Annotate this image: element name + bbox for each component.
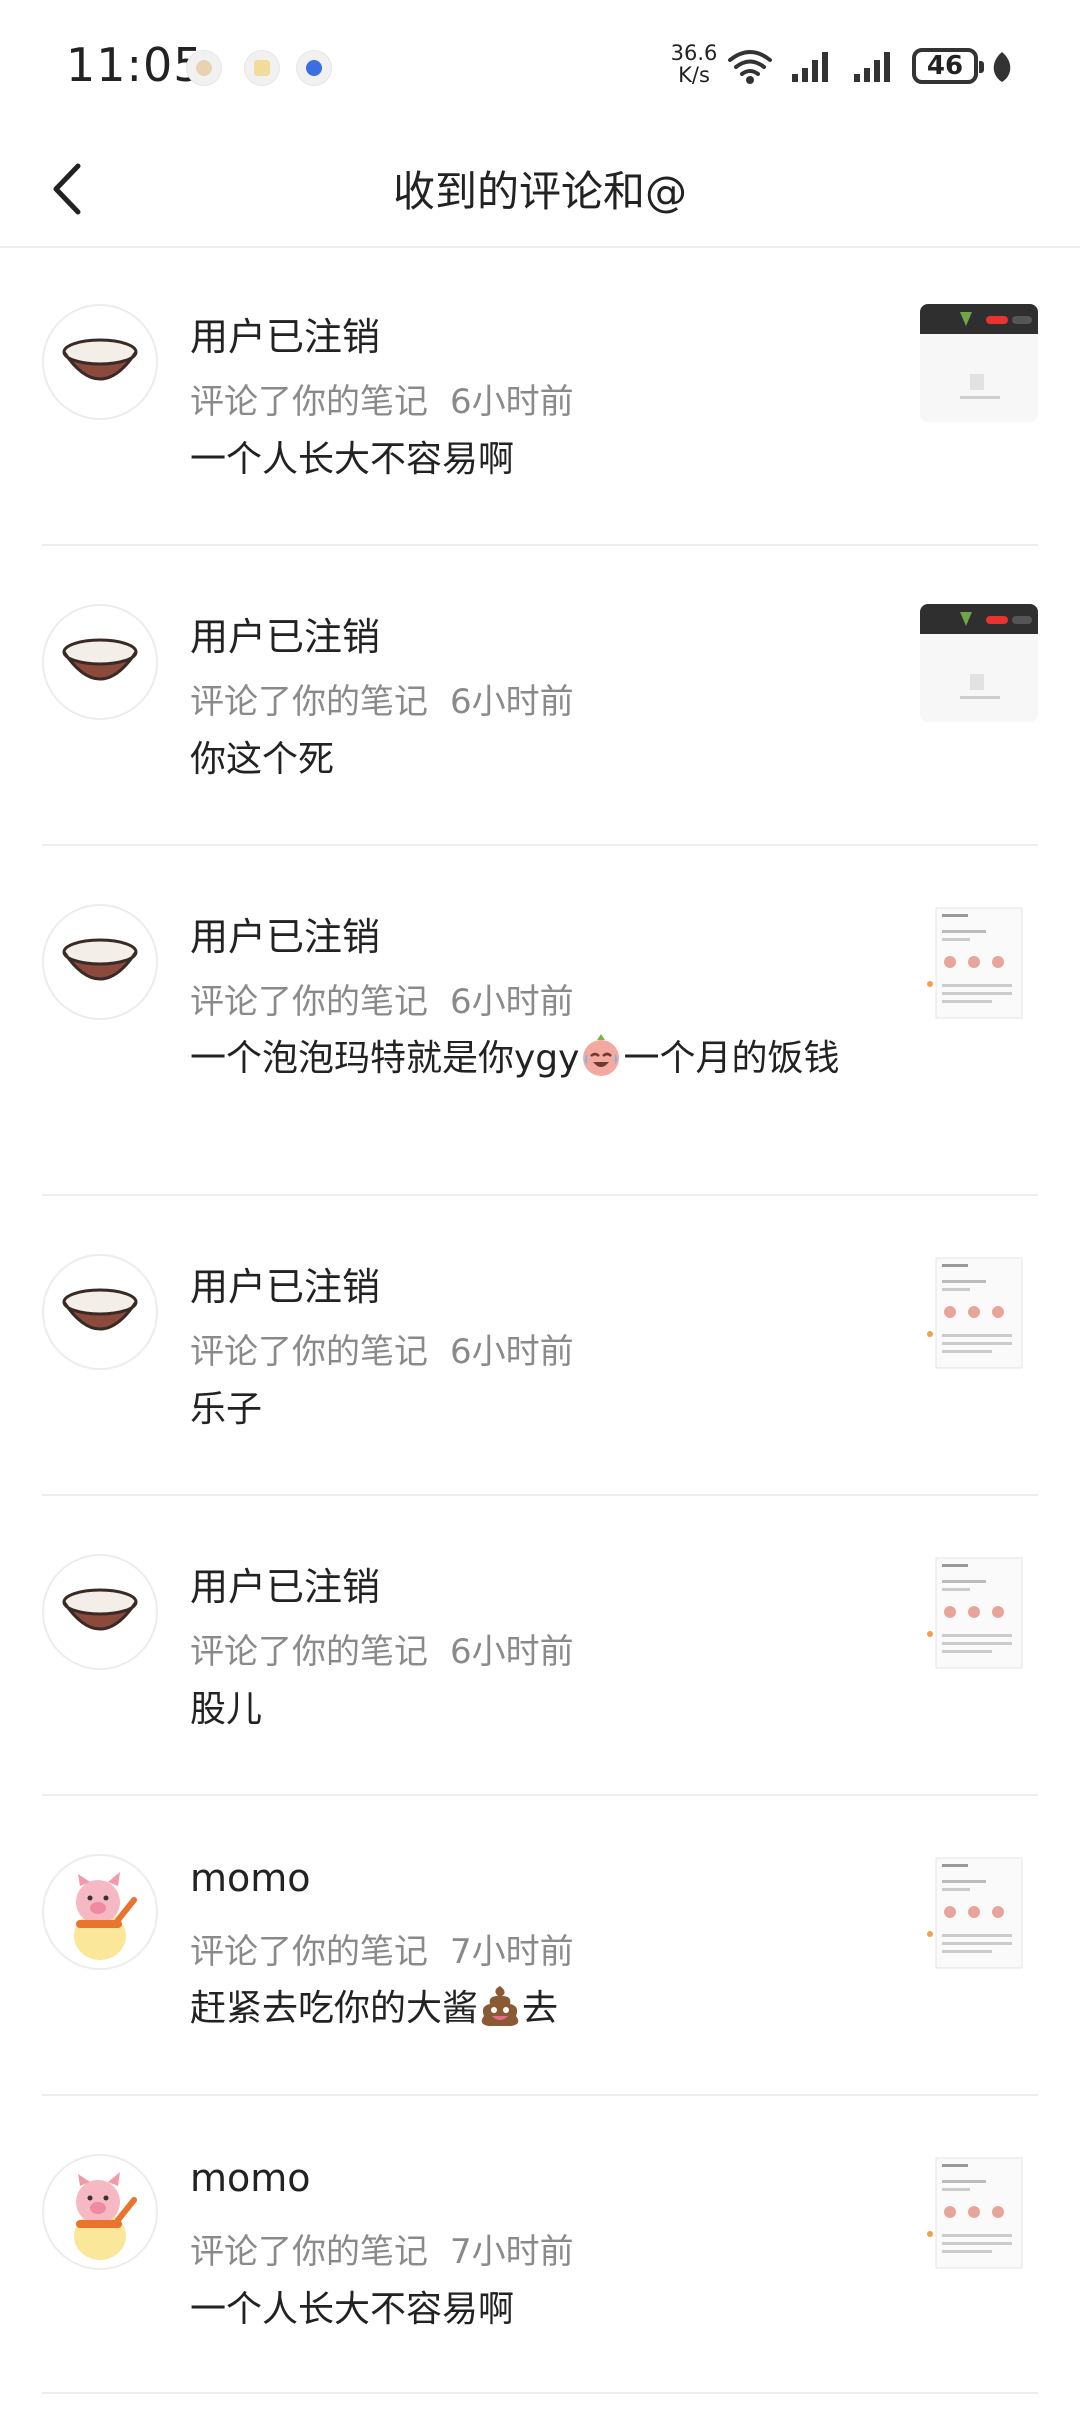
comment-text: 赶紧去吃你的大酱 去 (190, 1984, 910, 2033)
action-text: 评论了你的笔记 (190, 2232, 428, 2272)
net-speed-unit: K/s (678, 63, 710, 87)
list-item[interactable]: 用户已注销 评论了你的笔记 6小时前 一个泡泡玛特就是你ygy 一个月的饭钱 (0, 846, 1080, 1196)
comment-meta: 评论了你的笔记 6小时前 (190, 974, 574, 1023)
timestamp: 7小时前 (450, 1932, 574, 1972)
note-thumbnail[interactable] (920, 904, 1038, 1022)
net-speed: 36.6 K/s (664, 42, 724, 86)
note-thumbnail[interactable] (920, 1554, 1038, 1672)
timestamp: 7小时前 (450, 2232, 574, 2272)
note-thumbnail[interactable] (920, 1254, 1038, 1372)
comment-meta: 评论了你的笔记 7小时前 (190, 2224, 574, 2273)
comment-meta: 评论了你的笔记 6小时前 (190, 674, 574, 723)
comment-meta: 评论了你的笔记 7小时前 (190, 1924, 574, 1973)
comment-text: 一个人长大不容易啊 (190, 2289, 515, 2330)
list-item[interactable]: momo 评论了你的笔记 7小时前 赶紧去吃你的大酱 去 (0, 1796, 1080, 2096)
avatar[interactable] (42, 2154, 158, 2270)
page-title: 收到的评论和@ (392, 167, 687, 216)
avatar[interactable] (42, 1254, 158, 1370)
timestamp: 6小时前 (450, 682, 574, 722)
action-text: 评论了你的笔记 (190, 382, 428, 422)
pig-icon (74, 1872, 137, 1960)
thumbnail-image (927, 1257, 1023, 1369)
timestamp: 6小时前 (450, 982, 574, 1022)
comment-text-part: 去 (522, 1988, 559, 2029)
battery-indicator: 46 (912, 48, 984, 84)
status-bar: 11:05 36.6 K/s 46 (0, 0, 1080, 130)
notification-icon (244, 50, 280, 86)
crying-laughing-emoji-icon (583, 1034, 620, 1076)
timestamp: 6小时前 (450, 1632, 574, 1672)
avatar[interactable] (42, 604, 158, 720)
username[interactable]: 用户已注销 (190, 606, 380, 661)
leaf-icon (993, 52, 1011, 82)
comment-meta: 评论了你的笔记 6小时前 (190, 1624, 574, 1673)
avatar[interactable] (42, 304, 158, 420)
note-thumbnail[interactable] (920, 1854, 1038, 1972)
comment-text: 你这个死 (190, 739, 335, 780)
thumbnail-image (927, 1557, 1023, 1669)
comment-text-part: 一个泡泡玛特就是你ygy (190, 1038, 580, 1079)
list-item[interactable]: 用户已注销 评论了你的笔记 6小时前 你这个死 (0, 546, 1080, 846)
action-text: 评论了你的笔记 (190, 1632, 428, 1672)
list-item[interactable]: 用户已注销 评论了你的笔记 6小时前 股儿 (0, 1496, 1080, 1796)
signal-icon (854, 52, 890, 82)
comment-text: 乐子 (190, 1389, 263, 1430)
comment-text-part: 一个月的饭钱 (623, 1038, 840, 1079)
username[interactable]: momo (190, 2156, 311, 2200)
thumbnail-image (920, 604, 1038, 722)
net-speed-value: 36.6 (670, 41, 718, 65)
note-thumbnail[interactable] (920, 604, 1038, 722)
coconut-icon (62, 638, 138, 681)
poop-emoji-icon (481, 1986, 519, 2026)
username[interactable]: momo (190, 1856, 311, 1900)
list-item[interactable]: 用户已注销 评论了你的笔记 6小时前 乐子 (0, 1196, 1080, 1496)
action-text: 评论了你的笔记 (190, 1932, 428, 1972)
comment-text: 一个人长大不容易啊 (190, 439, 515, 480)
username[interactable]: 用户已注销 (190, 1256, 380, 1311)
coconut-icon (62, 1288, 138, 1331)
username[interactable]: 用户已注销 (190, 306, 380, 361)
status-time: 11:05 (66, 38, 204, 92)
comment-text-part: 赶紧去吃你的大酱 (190, 1988, 479, 2029)
thumbnail-image (927, 1857, 1023, 1969)
comment-meta: 评论了你的笔记 6小时前 (190, 374, 574, 423)
comment-text: 一个泡泡玛特就是你ygy 一个月的饭钱 (190, 1034, 910, 1083)
thumbnail-image (920, 304, 1038, 422)
thumbnail-image (927, 2157, 1023, 2269)
notification-icon (186, 50, 222, 86)
pig-icon (74, 2172, 137, 2260)
signal-icon (792, 52, 828, 82)
username[interactable]: 用户已注销 (190, 906, 380, 961)
comment-text: 股儿 (190, 1689, 263, 1730)
note-thumbnail[interactable] (920, 2154, 1038, 2272)
list-item[interactable]: 用户已注销 评论了你的笔记 6小时前 一个人长大不容易啊 (0, 246, 1080, 546)
action-text: 评论了你的笔记 (190, 982, 428, 1022)
top-bar: 收到的评论和@ (0, 130, 1080, 248)
coconut-icon (62, 938, 138, 981)
avatar[interactable] (42, 1554, 158, 1670)
note-thumbnail[interactable] (920, 304, 1038, 422)
avatar[interactable] (42, 1854, 158, 1970)
username[interactable]: 用户已注销 (190, 1556, 380, 1611)
avatar[interactable] (42, 904, 158, 1020)
timestamp: 6小时前 (450, 1332, 574, 1372)
coconut-icon (62, 1588, 138, 1631)
thumbnail-image (927, 907, 1023, 1019)
timestamp: 6小时前 (450, 382, 574, 422)
list-item[interactable]: momo 评论了你的笔记 7小时前 一个人长大不容易啊 (0, 2096, 1080, 2396)
coconut-icon (62, 338, 138, 381)
action-text: 评论了你的笔记 (190, 682, 428, 722)
wifi-icon (728, 50, 772, 84)
comment-meta: 评论了你的笔记 6小时前 (190, 1324, 574, 1373)
action-text: 评论了你的笔记 (190, 1332, 428, 1372)
notification-icon (296, 50, 332, 86)
divider (42, 2392, 1038, 2394)
